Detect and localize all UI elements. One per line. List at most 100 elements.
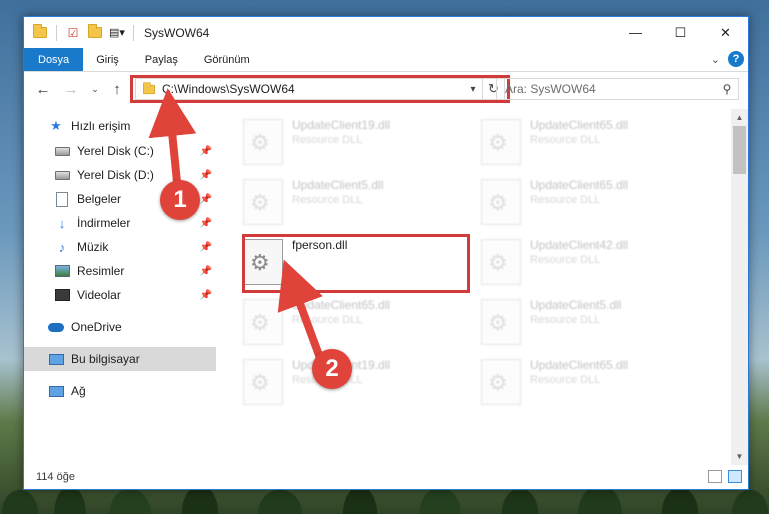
forward-button[interactable]: → [60,78,82,100]
file-name: UpdateClient65.dll [292,298,391,312]
sidebar-item-network[interactable]: Ağ [24,379,216,403]
file-item[interactable]: UpdateClient65.dll Resource DLL [481,355,706,411]
sidebar-item-label: İndirmeler [77,216,131,230]
file-type: Resource DLL [530,374,601,386]
pin-icon[interactable]: 📌 [200,218,212,229]
scrollbar-thumb[interactable] [733,126,746,174]
file-item[interactable]: UpdateClient5.dll Resource DLL [481,295,706,351]
file-type: Resource DLL [292,194,363,206]
file-item[interactable]: UpdateClient5.dll Resource DLL [243,175,468,231]
tab-view[interactable]: Görünüm [191,48,263,71]
file-name: UpdateClient42.dll [530,238,629,252]
step-1-badge: 1 [160,180,200,220]
details-view-icon[interactable] [708,470,722,483]
pin-icon[interactable]: 📌 [200,242,212,253]
file-type: Resource DLL [530,194,601,206]
dll-file-icon [243,299,283,345]
dll-file-icon [243,119,283,165]
sidebar-item-onedrive[interactable]: OneDrive [24,315,216,339]
file-item[interactable]: UpdateClient19.dllResource DLL [243,355,468,411]
file-name: UpdateClient65.dll [530,118,629,132]
up-button[interactable]: ↑ [106,78,128,100]
expand-ribbon-icon[interactable]: ⌄ [711,53,720,66]
minimize-button[interactable]: — [613,17,658,48]
new-folder-icon[interactable] [87,24,103,41]
computer-icon [48,351,64,367]
sidebar-item-label: Bu bilgisayar [71,352,140,366]
pictures-icon [54,263,70,279]
tab-home[interactable]: Giriş [83,48,132,71]
step-2-badge: 2 [312,349,352,389]
dll-file-icon [243,359,283,405]
sidebar-item-videos[interactable]: Videolar 📌 [24,283,216,307]
file-type: Resource DLL [530,254,601,266]
sidebar-item-label: Yerel Disk (C:) [77,144,154,158]
search-box[interactable]: Ara: SysWOW64 ⚲ [496,78,739,100]
item-count: 114 öğe [36,471,75,483]
dll-file-icon [481,119,521,165]
file-item[interactable]: UpdateClient65.dll Resource DLL [481,175,706,231]
file-type: Resource DLL [292,314,363,326]
file-name: UpdateClient65.dll [530,178,629,192]
cloud-icon [48,319,64,335]
pin-icon[interactable]: 📌 [200,290,212,301]
back-button[interactable]: ← [32,78,54,100]
dll-file-icon [481,359,521,405]
documents-icon [54,191,70,207]
dll-file-icon [243,179,283,225]
sidebar-item-label: Belgeler [77,192,122,206]
pin-icon[interactable]: 📌 [200,170,212,181]
view-switcher [708,470,742,483]
sidebar-item-label: Yerel Disk (D:) [77,168,154,182]
sidebar-item-pictures[interactable]: Resimler 📌 [24,259,216,283]
status-bar: 114 öğe [24,465,748,489]
customize-toolbar-icon[interactable]: ▤▾ [109,25,125,41]
navigation-bar: ← → ⌄ ↑ C:\Windows\SysWOW64 ▾ ↻ Ara: Sys… [24,72,748,107]
sidebar-item-label: Hızlı erişim [71,119,131,133]
ribbon-tabs: Dosya Giriş Paylaş Görünüm ⌄ ? [24,48,748,72]
pin-icon[interactable]: 📌 [200,194,212,205]
network-icon [48,383,64,399]
sidebar-item-music[interactable]: ♪ Müzik 📌 [24,235,216,259]
navigation-pane: ★ Hızlı erişim Yerel Disk (C:) 📌 Yerel D… [24,109,216,465]
properties-icon[interactable]: ☑ [65,25,81,41]
scroll-up-icon[interactable]: ▲ [731,109,748,126]
sidebar-item-drive-c[interactable]: Yerel Disk (C:) 📌 [24,139,216,163]
file-item[interactable]: UpdateClient65.dll Resource DLL [243,295,468,351]
tab-share[interactable]: Paylaş [132,48,191,71]
help-icon[interactable]: ? [728,51,744,67]
annotation-highlight-file [242,234,470,293]
search-input[interactable]: Ara: SysWOW64 [505,82,716,96]
sidebar-item-quick-access[interactable]: ★ Hızlı erişim [24,114,216,138]
window-title: SysWOW64 [144,25,210,40]
sidebar-item-label: Ağ [71,384,86,398]
search-icon[interactable]: ⚲ [716,82,738,96]
file-item[interactable]: UpdateClient42.dll Resource DLL [481,235,706,291]
ribbon-right-controls: ⌄ ? [711,51,744,67]
file-name: UpdateClient65.dll [530,358,629,372]
file-type: Resource DLL [530,134,601,146]
maximize-button[interactable]: ☐ [658,17,703,48]
sidebar-item-label: OneDrive [71,320,122,334]
file-item[interactable]: UpdateClient19.dll Resource DLL [243,115,468,171]
file-name: UpdateClient19.dll [292,118,391,132]
file-type: Resource DLL [530,314,601,326]
vertical-scrollbar[interactable]: ▲ ▼ [731,109,748,465]
pin-icon[interactable]: 📌 [200,146,212,157]
star-icon: ★ [50,118,62,133]
divider [56,24,57,41]
scroll-down-icon[interactable]: ▼ [731,448,748,465]
file-explorer-window: ☑ ▤▾ SysWOW64 — ☐ ✕ Dosya Giriş Paylaş G… [23,16,749,490]
tab-file[interactable]: Dosya [24,48,84,71]
title-bar: ☑ ▤▾ SysWOW64 — ☐ ✕ [24,17,748,48]
file-type: Resource DLL [292,134,363,146]
file-item[interactable]: UpdateClient65.dll Resource DLL [481,115,706,171]
divider [133,24,134,41]
download-icon: ↓ [58,215,66,231]
close-button[interactable]: ✕ [703,17,748,48]
large-icons-view-icon[interactable] [728,470,742,483]
quick-access-toolbar: ☑ ▤▾ [24,24,136,41]
pin-icon[interactable]: 📌 [200,266,212,277]
recent-locations-button[interactable]: ⌄ [84,78,106,100]
sidebar-item-this-pc[interactable]: Bu bilgisayar [24,347,216,371]
